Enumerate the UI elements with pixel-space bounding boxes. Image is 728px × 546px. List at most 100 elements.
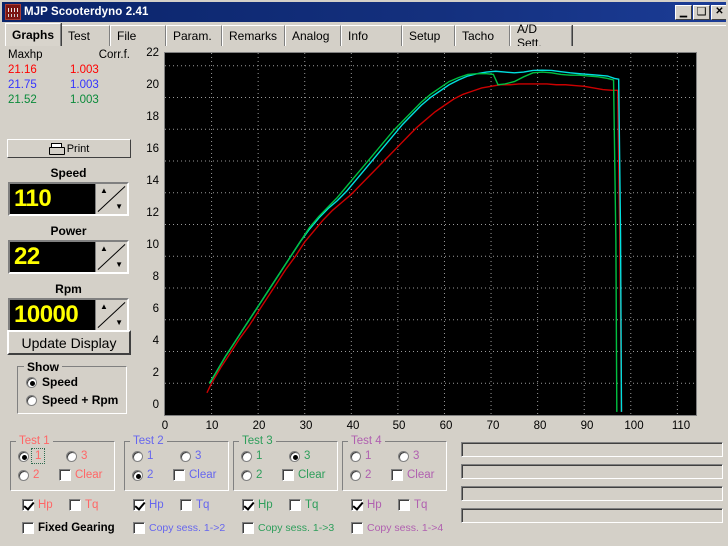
speed-spinner[interactable]: ▲ ▼ — [95, 184, 127, 214]
chart-series-test-3 — [208, 71, 618, 412]
x-tick-10: 10 — [205, 420, 219, 432]
test2-radio-3[interactable]: 3 — [180, 450, 201, 462]
test1-radio-2[interactable]: 2 — [18, 469, 39, 481]
test4-radio-2[interactable]: 2 — [350, 469, 371, 481]
x-tick-70: 70 — [486, 420, 500, 432]
test2-tq-checkbox[interactable]: Tq — [180, 499, 209, 511]
update-display-button[interactable]: Update Display — [7, 330, 131, 355]
y-tick-0: 0 — [152, 399, 159, 411]
x-tick-50: 50 — [392, 420, 406, 432]
test1-radio-1[interactable]: 1 — [18, 448, 46, 464]
tab-label: Tacho — [462, 29, 495, 43]
radio-icon — [26, 394, 37, 406]
spinner-down-icon[interactable]: ▼ — [115, 319, 123, 327]
print-button[interactable]: Print — [7, 139, 131, 158]
close-button[interactable]: ✕ — [711, 4, 726, 20]
radio-label: 1 — [256, 450, 263, 462]
chart-series-test-1 — [206, 83, 623, 412]
test4-clear-checkbox[interactable]: Clear — [391, 469, 434, 481]
rpm-spinner[interactable]: ▲ ▼ — [95, 300, 127, 330]
test3-radio-1[interactable]: 1 — [241, 450, 262, 462]
tab-analog[interactable]: Analog — [285, 25, 341, 46]
speed-meter[interactable]: 110 ▲ ▼ — [8, 182, 129, 216]
rpm-meter[interactable]: 10000 ▲ ▼ — [8, 298, 129, 332]
maximize-button[interactable]: ❑ — [693, 4, 710, 20]
test1-clear-checkbox[interactable]: Clear — [59, 469, 102, 481]
checkbox-label: Hp — [258, 499, 273, 511]
checkbox-icon — [59, 469, 71, 481]
spinner-up-icon[interactable]: ▲ — [100, 245, 108, 253]
tab-label: Info — [348, 29, 369, 43]
test-panels: Test 1 1 3 2 Clear Hp Tq Fixed Gearing T… — [2, 435, 726, 544]
tab-label: File — [117, 29, 137, 43]
test2-clear-checkbox[interactable]: Clear — [173, 469, 216, 481]
chart-svg — [165, 53, 696, 415]
tab-graphs[interactable]: Graphs — [5, 23, 61, 46]
info-field-2[interactable] — [461, 464, 723, 479]
radio-label: 2 — [33, 469, 40, 481]
power-meter[interactable]: 22 ▲ ▼ — [8, 240, 129, 274]
test2-radio-2[interactable]: 2 — [132, 469, 153, 481]
checkbox-label: Copy sess. 1->3 — [258, 522, 335, 534]
dyno-chart-plot[interactable] — [164, 52, 697, 416]
readout-row-test3: 21.52 1.003 — [8, 93, 133, 108]
tab-test[interactable]: Test — [61, 25, 110, 46]
tab-param[interactable]: Param. — [166, 25, 222, 46]
tab-tacho[interactable]: Tacho — [455, 25, 510, 46]
test1-fixed-gearing-checkbox[interactable]: Fixed Gearing — [22, 522, 115, 534]
tab-remarks[interactable]: Remarks — [222, 25, 285, 46]
tab-label: Setup — [409, 29, 441, 43]
speed-value: 110 — [10, 184, 95, 214]
test3-hp-checkbox[interactable]: Hp — [242, 499, 273, 511]
tab-info[interactable]: Info — [341, 25, 402, 46]
print-button-label: Print — [66, 142, 90, 155]
test3-clear-checkbox[interactable]: Clear — [282, 469, 325, 481]
checkbox-icon — [242, 499, 254, 511]
y-tick-6: 6 — [152, 303, 159, 315]
tab-setup[interactable]: Setup — [402, 25, 455, 46]
test1-radio-3[interactable]: 3 — [66, 450, 87, 462]
checkbox-icon — [69, 499, 81, 511]
y-tick-14: 14 — [146, 175, 159, 187]
test1-tq-checkbox[interactable]: Tq — [69, 499, 98, 511]
checkbox-icon — [242, 522, 254, 534]
power-spinner[interactable]: ▲ ▼ — [95, 242, 127, 272]
test2-radio-1[interactable]: 1 — [132, 450, 153, 462]
test1-title: Test 1 — [16, 435, 53, 447]
spinner-down-icon[interactable]: ▼ — [115, 203, 123, 211]
spinner-up-icon[interactable]: ▲ — [100, 303, 108, 311]
info-field-3[interactable] — [461, 442, 723, 457]
x-tick-60: 60 — [439, 420, 453, 432]
test2-copy-session-checkbox[interactable]: Copy sess. 1->2 — [133, 522, 225, 534]
radio-label: 3 — [413, 450, 420, 462]
test4-radio-3[interactable]: 3 — [398, 450, 419, 462]
spinner-up-icon[interactable]: ▲ — [100, 187, 108, 195]
test3-radio-3[interactable]: 3 — [289, 450, 310, 462]
test1-hp-checkbox[interactable]: Hp — [22, 499, 53, 511]
title-bar: MJP Scooterdyno 2.41 ▁ ❑ ✕ — [2, 2, 726, 22]
x-tick-40: 40 — [346, 420, 360, 432]
test4-tq-checkbox[interactable]: Tq — [398, 499, 427, 511]
info-field-1[interactable] — [461, 486, 723, 501]
info-field-4[interactable] — [461, 508, 723, 523]
radio-label: 3 — [304, 450, 311, 462]
test3-copy-session-checkbox[interactable]: Copy sess. 1->3 — [242, 522, 334, 534]
radio-show-speed[interactable]: Speed — [26, 375, 78, 389]
radio-icon — [18, 450, 29, 462]
test3-radio-2[interactable]: 2 — [241, 469, 262, 481]
test4-hp-checkbox[interactable]: Hp — [351, 499, 382, 511]
radio-icon — [241, 469, 252, 481]
test3-title: Test 3 — [239, 435, 276, 447]
test4-copy-session-checkbox[interactable]: Copy sess. 1->4 — [351, 522, 443, 534]
y-tick-22: 22 — [146, 47, 159, 59]
tab-ad-sett[interactable]: A/D Sett. — [510, 22, 572, 50]
tab-file[interactable]: File — [110, 25, 166, 46]
test4-radio-1[interactable]: 1 — [350, 450, 371, 462]
spinner-down-icon[interactable]: ▼ — [115, 261, 123, 269]
test3-tq-checkbox[interactable]: Tq — [289, 499, 318, 511]
checkbox-icon — [282, 469, 294, 481]
y-tick-4: 4 — [152, 335, 159, 347]
radio-show-speed-rpm[interactable]: Speed + Rpm — [26, 393, 118, 407]
test2-hp-checkbox[interactable]: Hp — [133, 499, 164, 511]
minimize-button[interactable]: ▁ — [675, 4, 692, 20]
